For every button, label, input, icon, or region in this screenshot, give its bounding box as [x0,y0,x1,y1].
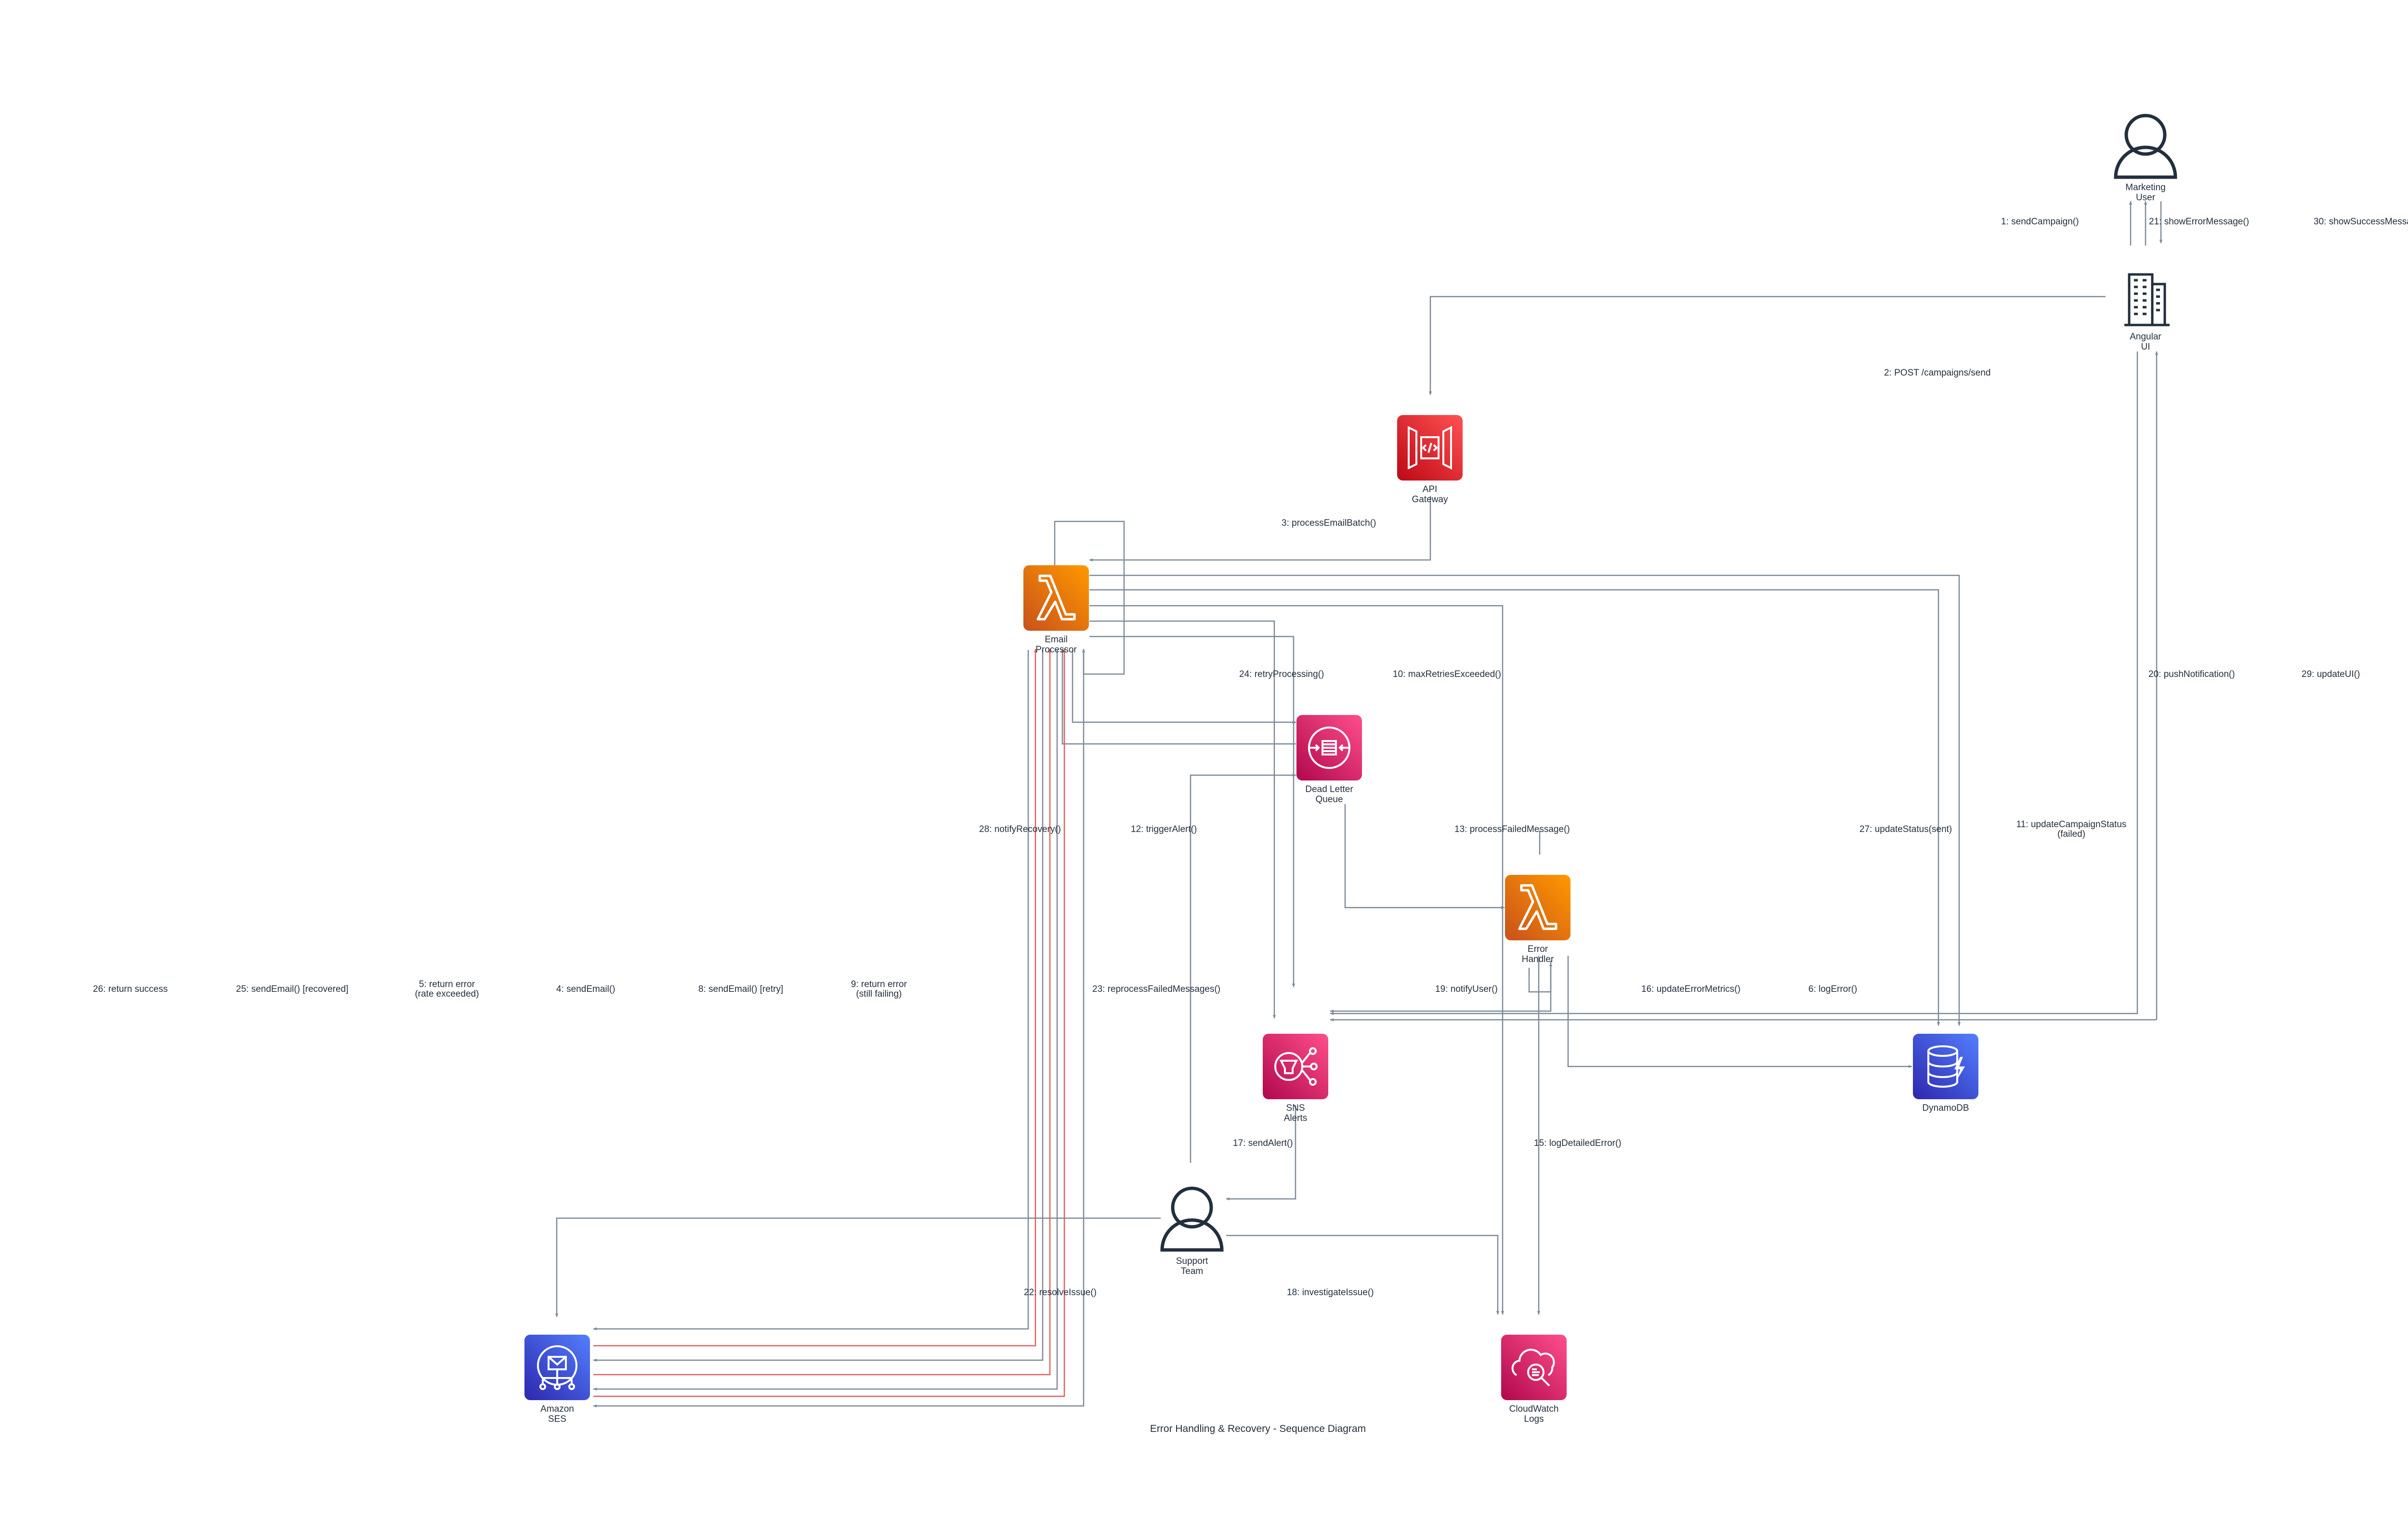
node-label: User [2136,193,2156,203]
node-api-gateway[interactable]: API Gateway [1397,415,1463,505]
node-label: Error [1528,944,1548,954]
node-label: Marketing [2125,182,2165,193]
message-label: 21: showErrorMessage() [2149,217,2249,227]
message-label: (still failing) [856,989,902,999]
node-label: Angular [2130,332,2161,342]
edge-return-error-still [593,649,1052,1376]
edge-send-email [593,650,1029,1331]
edges [555,201,2163,1408]
message-label: 15: logDetailedError() [1534,1138,1622,1148]
node-sns-alerts[interactable]: SNS Alerts [1263,1034,1328,1123]
node-label: Gateway [1412,494,1448,505]
sequence-diagram-canvas: Marketing User Angular UI API Gateway Em… [93,114,2408,1434]
edge-return-success [593,649,1066,1397]
edge-ep-to-sns-b [1089,636,1296,988]
node-label: Team [1181,1266,1203,1276]
message-label: 4: sendEmail() [556,984,615,994]
message-label: 9: return error [851,979,907,989]
edge-eh-loop [1528,962,1553,993]
node-label: Processor [1035,645,1077,655]
node-label: Dead Letter [1305,784,1353,794]
node-label: Alerts [1284,1113,1308,1123]
node-email-processor[interactable]: Email Processor [1023,565,1089,655]
edge-ep-to-dynamodb-b [1089,589,1940,1026]
message-label: 25: sendEmail() [recovered] [236,984,348,994]
node-label: SNS [1286,1103,1305,1113]
message-label: 27: updateStatus(sent) [1859,824,1952,834]
user-icon [1160,1186,1224,1252]
edge-process-failed-message [1344,804,1505,910]
edge-process-email-batch [1089,496,1431,562]
office-building-icon [2124,273,2170,326]
edge-update-error-metrics [1567,956,1912,1068]
node-marketing-user[interactable]: Marketing User [2114,114,2177,203]
message-label: 29: updateUI() [2302,669,2360,679]
edge-return-error-rate [593,649,1037,1347]
node-label: Queue [1315,794,1343,805]
message-labels: 1: sendCampaign() 21: showErrorMessage()… [93,217,2408,1298]
node-label: UI [2141,342,2150,352]
node-label: SES [548,1414,566,1424]
node-error-handler[interactable]: Error Handler [1505,875,1570,964]
edge-post-campaigns-send [1428,296,2106,395]
message-label: 11: updateCampaignStatus [2016,819,2127,830]
message-label: (failed) [2057,829,2085,839]
edge-send-email-recovered [593,650,1058,1391]
message-label: 17: sendAlert() [1233,1138,1293,1148]
diagram-title: Error Handling & Recovery - Sequence Dia… [1150,1423,1366,1434]
message-label: 23: reprocessFailedMessages() [1092,984,1220,994]
message-label: 30: showSuccessMessage() [2314,217,2408,227]
message-label: 26: return success [93,984,168,994]
edge-investigate-issue [1226,1235,1500,1315]
node-label: Handler [1522,954,1554,964]
edge-ep-to-sns-a [1089,620,1276,1019]
node-amazon-ses[interactable]: Amazon SES [524,1335,590,1424]
edge-trigger-alert [1190,773,1296,1163]
message-label: 5: return error [419,979,475,989]
message-label: 19: notifyUser() [1435,984,1498,994]
edge-resolve-issue [555,1217,1161,1317]
edge-ep-to-cloudwatch [1089,605,1505,1315]
node-angular-ui[interactable]: Angular UI [2124,273,2170,352]
user-icon [2114,114,2177,179]
node-cloudwatch-logs[interactable]: CloudWatch Logs [1501,1335,1567,1424]
node-label: Support [1176,1256,1208,1266]
message-label: 8: sendEmail() [retry] [698,984,783,994]
message-label: 1: sendCampaign() [2001,217,2079,227]
message-label: 13: processFailedMessage() [1454,824,1570,834]
message-label: 6: logError() [1808,984,1857,994]
node-label: DynamoDB [1922,1103,1969,1113]
node-support-team[interactable]: Support Team [1160,1186,1224,1276]
message-label: (rate exceeded) [415,989,479,999]
edge-reprocess-from-dlq [1060,649,1296,745]
node-label: Amazon [540,1404,574,1414]
message-label: 12: triggerAlert() [1131,824,1197,834]
edge-send-email-retry [593,650,1044,1362]
message-label: 20: pushNotification() [2148,669,2235,679]
edge-max-retries-exceeded [1072,650,1296,724]
message-label: 3: processEmailBatch() [1282,518,1376,528]
node-dead-letter-queue[interactable]: Dead Letter Queue [1296,715,1362,805]
node-dynamodb[interactable]: DynamoDB [1913,1034,1978,1113]
message-label: 18: investigateIssue() [1287,1287,1374,1298]
edge-ses-bottom [593,650,1085,1408]
node-label: Email [1045,635,1068,645]
node-label: CloudWatch [1509,1404,1559,1414]
node-label: API [1423,484,1438,494]
message-label: 2: POST /campaigns/send [1884,368,1990,378]
message-label: 22: resolveIssue() [1024,1287,1097,1298]
message-label: 24: retryProcessing() [1239,669,1324,679]
message-label: 10: maxRetriesExceeded() [1393,669,1501,679]
node-label: Logs [1524,1414,1544,1424]
message-label: 16: updateErrorMetrics() [1641,984,1741,994]
message-label: 28: notifyRecovery() [979,824,1061,834]
